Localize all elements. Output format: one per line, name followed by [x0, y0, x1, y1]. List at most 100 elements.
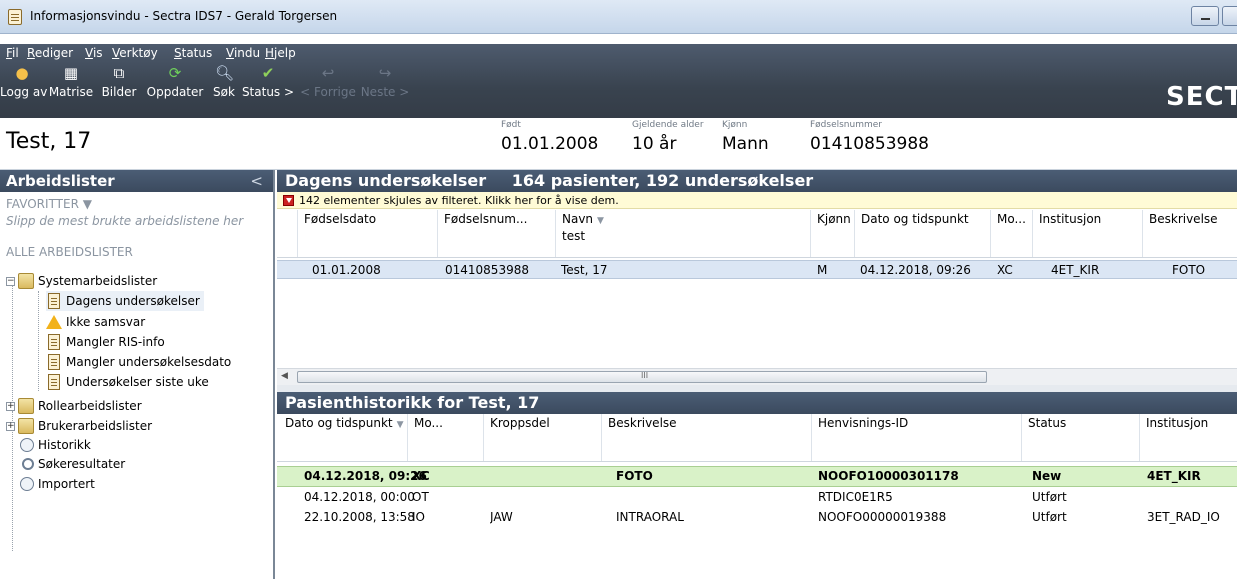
- history-column-header: Dato og tidspunkt ▼ Mo... Kroppsdel Beskr…: [277, 414, 1237, 462]
- col-history-institution[interactable]: Institusjon: [1139, 414, 1237, 461]
- menu-rediger[interactable]: Rediger: [27, 46, 73, 60]
- next-icon: ↪: [378, 64, 392, 82]
- horizontal-scrollbar[interactable]: ◀ III: [277, 368, 1237, 385]
- todays-exams-header: Dagens undersøkelser 164 pasienter, 192 …: [277, 170, 1237, 192]
- tree-item-systemarbeidslister[interactable]: − Systemarbeidslister: [6, 271, 157, 291]
- col-birthdate[interactable]: Fødselsdato: [297, 210, 437, 257]
- menu-hjelp[interactable]: Hjelp: [265, 46, 296, 60]
- folder-user-icon: [18, 418, 34, 434]
- age-value: 10 år: [632, 134, 677, 154]
- folder-gear-icon: [18, 273, 34, 289]
- col-modality[interactable]: Mo...: [990, 210, 1032, 257]
- tree-item-brukerarbeidslister[interactable]: + Brukerarbeidslister: [6, 416, 152, 436]
- document-icon: [48, 374, 60, 390]
- tree-item-importert[interactable]: Importert: [20, 474, 95, 494]
- patient-header: Test, 17 Født 01.01.2008 Gjeldende alder…: [0, 118, 1237, 170]
- born-value: 01.01.2008: [501, 134, 599, 154]
- title-bar: Informasjonsvindu - Sectra IDS7 - Gerald…: [0, 0, 1237, 34]
- name-filter-value[interactable]: test: [562, 229, 810, 243]
- tree-item-rollearbeidslister[interactable]: + Rollearbeidslister: [6, 396, 142, 416]
- refresh-button[interactable]: ⟳ Oppdater: [142, 64, 208, 114]
- col-name[interactable]: Navn ▼ test: [555, 210, 810, 257]
- table-row[interactable]: 22.10.2008, 13:58 IO JAW INTRAORAL NOOFO…: [277, 508, 1237, 527]
- col-description[interactable]: Beskrivelse: [1142, 210, 1237, 257]
- table-row[interactable]: 04.12.2018, 00:00 OT RTDIC0E1R5 Utført: [277, 488, 1237, 507]
- patient-history-header: Pasienthistorikk for Test, 17: [277, 392, 1237, 414]
- status-button[interactable]: ✔ Status >: [240, 64, 296, 114]
- col-ssn[interactable]: Fødselsnum...: [437, 210, 555, 257]
- search-results-icon: [22, 458, 34, 470]
- tree-item-historikk[interactable]: Historikk: [20, 435, 91, 455]
- window-title: Informasjonsvindu - Sectra IDS7 - Gerald…: [30, 9, 338, 23]
- favorites-dropdown[interactable]: FAVORITTER ▼: [0, 197, 273, 211]
- col-history-modality[interactable]: Mo...: [407, 414, 483, 461]
- panel-splitter[interactable]: [277, 385, 1237, 392]
- logout-button[interactable]: ● Logg av: [0, 64, 47, 114]
- expand-icon[interactable]: +: [6, 421, 15, 431]
- col-history-description[interactable]: Beskrivelse: [601, 414, 811, 461]
- col-sex[interactable]: Kjønn: [810, 210, 854, 257]
- matrix-button[interactable]: ▦ Matrise: [46, 64, 96, 114]
- col-history-datetime[interactable]: Dato og tidspunkt ▼: [277, 414, 407, 461]
- col-history-bodypart[interactable]: Kroppsdel: [483, 414, 601, 461]
- refresh-icon: ⟳: [168, 64, 182, 82]
- status-icon: ✔: [261, 64, 275, 82]
- ssn-value: 01410853988: [810, 134, 929, 154]
- history-icon: [20, 438, 34, 452]
- minimize-button[interactable]: [1191, 6, 1219, 26]
- menu-status[interactable]: Status: [174, 46, 212, 60]
- previous-icon: ↩: [321, 64, 335, 82]
- table-row[interactable]: 01.01.2008 01410853988 Test, 17 M 04.12.…: [277, 260, 1237, 279]
- worklist-panel: Arbeidslister < FAVORITTER ▼ Slipp de me…: [0, 170, 275, 579]
- menu-toolbar-band: Fil Rediger Vis Verktøy Status Vindu Hje…: [0, 44, 1237, 118]
- menu-fil[interactable]: Fil: [6, 46, 19, 60]
- col-datetime[interactable]: Dato og tidspunkt: [854, 210, 990, 257]
- filter-icon: [283, 194, 294, 206]
- tree-item-ikke-samsvar[interactable]: Ikke samsvar: [46, 312, 145, 332]
- toolbar: ● Logg av ▦ Matrise ⧉ Bilder ⟳ Oppdater …: [0, 62, 1237, 118]
- tree-item-sokeresultater[interactable]: Søkeresultater: [20, 454, 125, 474]
- search-icon: 🔍︎: [215, 64, 235, 82]
- worklist-panel-header: Arbeidslister <: [0, 170, 273, 192]
- menu-vindu[interactable]: Vindu: [226, 46, 260, 60]
- expand-icon[interactable]: +: [6, 401, 15, 411]
- import-icon: [20, 477, 34, 491]
- menu-verktoy[interactable]: Verktøy: [112, 46, 158, 60]
- images-button[interactable]: ⧉ Bilder: [98, 64, 140, 114]
- tree-item-mangler-ris-info[interactable]: Mangler RIS-info: [46, 332, 165, 352]
- logout-icon: ●: [15, 64, 29, 82]
- col-history-status[interactable]: Status: [1021, 414, 1139, 461]
- sex-field: Kjønn Mann: [722, 120, 769, 154]
- todays-exams-column-header: Fødselsdato Fødselsnum... Navn ▼ test Kjø…: [277, 210, 1237, 258]
- menu-vis[interactable]: Vis: [85, 46, 103, 60]
- collapse-icon[interactable]: −: [6, 276, 15, 286]
- matrix-icon: ▦: [63, 64, 79, 82]
- tree-item-undersokelser-siste-uke[interactable]: Undersøkelser siste uke: [46, 372, 209, 392]
- tree-item-mangler-undersokelsesdato[interactable]: Mangler undersøkelsesdato: [46, 352, 231, 372]
- menu-bar: Fil Rediger Vis Verktøy Status Vindu Hje…: [0, 44, 1237, 62]
- next-button[interactable]: ↪ Neste >: [360, 64, 410, 114]
- previous-button[interactable]: ↩ < Forrige: [300, 64, 356, 114]
- table-row[interactable]: 04.12.2018, 09:26 XC FOTO NOOFO100003011…: [277, 466, 1237, 487]
- all-worklists-heading: ALLE ARBEIDSLISTER: [6, 245, 133, 259]
- ssn-field: Fødselsnummer 01410853988: [810, 120, 929, 154]
- images-icon: ⧉: [113, 64, 125, 82]
- document-icon: [48, 334, 60, 350]
- app-document-icon: [8, 9, 22, 25]
- tree-item-dagens-undersokelser[interactable]: Dagens undersøkelser: [46, 291, 204, 311]
- filter-notice[interactable]: 142 elementer skjules av filteret. Klikk…: [277, 192, 1237, 209]
- brand-logo: SECT: [1166, 82, 1237, 112]
- document-icon: [48, 354, 60, 370]
- maximize-button[interactable]: [1222, 6, 1237, 26]
- sort-desc-icon: ▼: [597, 216, 604, 226]
- born-field: Født 01.01.2008: [501, 120, 599, 154]
- collapse-panel-button[interactable]: <: [250, 172, 263, 190]
- age-field: Gjeldende alder 10 år: [632, 120, 704, 154]
- exam-summary: 164 pasienter, 192 undersøkelser: [511, 171, 814, 190]
- favorites-drop-hint: Slipp de mest brukte arbeidslistene her: [6, 214, 244, 228]
- col-institution[interactable]: Institusjon: [1032, 210, 1142, 257]
- scroll-left-icon[interactable]: ◀: [281, 371, 288, 381]
- search-button[interactable]: 🔍︎ Søk: [210, 64, 238, 114]
- document-icon: [48, 293, 60, 309]
- col-history-referral[interactable]: Henvisnings-ID: [811, 414, 1021, 461]
